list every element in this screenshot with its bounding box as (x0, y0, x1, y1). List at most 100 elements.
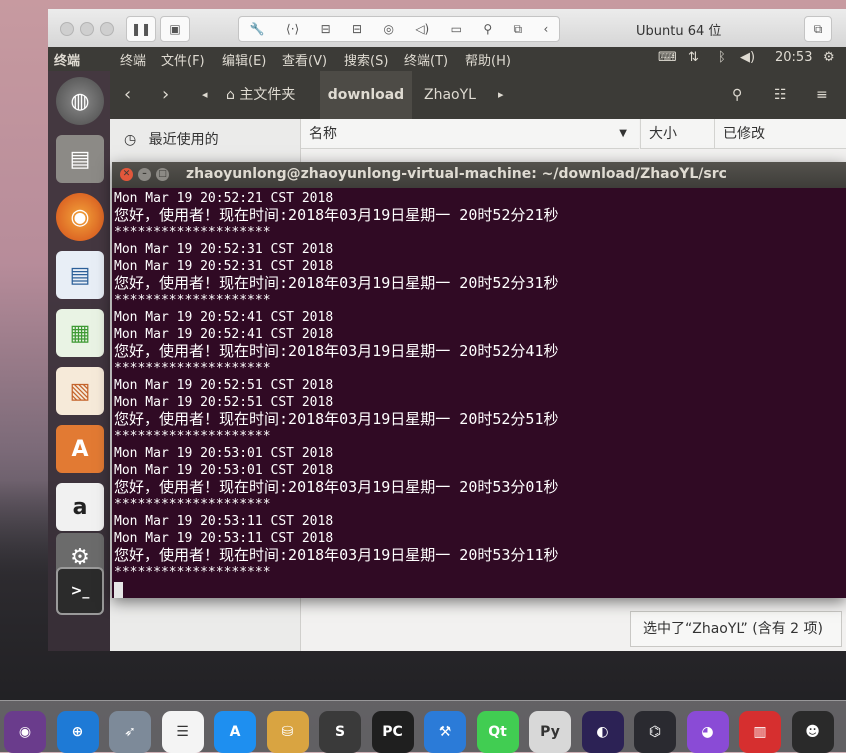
unity-launcher: ◍ ▤ ◉ ▤ ▦ ▧ A a ⚙ >_ (48, 71, 110, 651)
menu-help[interactable]: 帮助(H) (465, 50, 511, 69)
close-window-button[interactable] (60, 22, 74, 36)
terminal-prompt-line[interactable] (114, 581, 844, 598)
app-store-icon[interactable]: A (214, 711, 256, 753)
vscode-icon[interactable]: ⌬ (634, 711, 676, 753)
collapse-icon[interactable]: ‹ (543, 22, 548, 36)
terminal-line: Mon Mar 19 20:53:11 CST 2018 (114, 531, 334, 546)
breadcrumb-right-arrow[interactable]: ▸ (498, 71, 504, 119)
qq-icon[interactable]: ☻ (791, 711, 834, 753)
settings-wrench-icon[interactable]: 🔧 (250, 22, 265, 36)
files-icon[interactable]: ▤ (56, 135, 104, 183)
breadcrumb-zhaoyl[interactable]: ZhaoYL (424, 71, 476, 119)
active-app-name: 终端 (54, 54, 81, 69)
breadcrumb-left-arrow[interactable]: ◂ (202, 71, 208, 119)
terminal-cursor (114, 581, 123, 598)
github-desktop-icon[interactable]: ◕ (686, 711, 729, 753)
harddisk-icon[interactable]: ⊟ (321, 22, 331, 36)
vm-window-titlebar: ❚❚ ▣ 🔧 ⟨·⟩ ⊟ ⊟ ◎ ◁) ▭ ⚲ ⧉ ‹ Ubuntu 64 位 … (48, 9, 846, 48)
sublime-text-icon[interactable]: S (319, 711, 361, 753)
parallels-icon[interactable]: ▥ (739, 711, 781, 753)
terminal-line: ******************** (114, 293, 271, 308)
software-center-icon[interactable]: A (56, 425, 104, 473)
calc-icon[interactable]: ▦ (56, 309, 104, 357)
forward-button[interactable]: › (162, 71, 169, 119)
terminal-line: Mon Mar 19 20:52:51 CST 2018 (114, 378, 334, 393)
close-icon[interactable]: ✕ (120, 168, 133, 181)
column-header-name[interactable]: 名称 ▼ (301, 119, 639, 149)
terminal-line: ******************** (114, 429, 271, 444)
terminal-line: Mon Mar 19 20:52:51 CST 2018 (114, 395, 334, 410)
video-icon[interactable]: ▭ (451, 22, 462, 36)
terminal-line: 您好，使用者！现在时间:2018年03月19日星期一 20时53分01秒 (114, 478, 559, 496)
menu-search[interactable]: 搜索(S) (344, 50, 388, 69)
share-folder-icon[interactable]: ⧉ (514, 22, 523, 37)
terminal-icon[interactable]: >_ (56, 567, 104, 615)
pause-icon[interactable]: ❚❚ (126, 16, 156, 42)
sidebar-item-label: 最近使用的 (148, 132, 219, 148)
menu-view[interactable]: 查看(V) (282, 50, 327, 69)
terminal-output[interactable]: Mon Mar 19 20:52:21 CST 2018 您好，使用者！现在时间:… (114, 190, 844, 598)
view-list-icon[interactable]: ☷ (774, 71, 787, 119)
keyboard-icon[interactable]: ⌨ (658, 50, 677, 65)
menu-file[interactable]: 文件(F) (161, 50, 205, 69)
writer-icon[interactable]: ▤ (56, 251, 104, 299)
fullscreen-button[interactable]: ⧉ (804, 16, 832, 42)
minimize-icon[interactable]: – (138, 168, 151, 181)
terminal-line: ******************** (114, 497, 271, 512)
sequel-pro-icon[interactable]: ⛁ (266, 711, 309, 753)
terminal-line: Mon Mar 19 20:53:01 CST 2018 (114, 463, 334, 478)
python-icon[interactable]: Py (529, 711, 571, 753)
snapshot-icon[interactable]: ▣ (160, 16, 190, 42)
search-icon[interactable]: ⚲ (732, 71, 742, 119)
menu-terminal-t[interactable]: 终端(T) (404, 50, 448, 69)
network-arrows-icon[interactable]: ⟨·⟩ (286, 22, 299, 36)
siri-icon[interactable]: ◉ (4, 711, 46, 753)
sort-down-icon: ▼ (619, 128, 627, 139)
xcode-icon[interactable]: ⚒ (424, 711, 466, 753)
maximize-icon[interactable]: □ (156, 168, 169, 181)
menu-hamburger-icon[interactable]: ≡ (816, 71, 828, 119)
gear-icon[interactable]: ⚙ (823, 50, 835, 65)
volume-icon[interactable]: ◀) (740, 50, 755, 65)
amazon-icon[interactable]: a (56, 483, 104, 531)
usb-icon[interactable]: ⚲ (483, 22, 492, 36)
launchpad-icon[interactable]: ➶ (109, 711, 151, 753)
firefox-icon[interactable]: ◉ (56, 193, 104, 241)
ubuntu-top-panel: 终端 终端 文件(F) 编辑(E) 查看(V) 搜索(S) 终端(T) 帮助(H… (48, 47, 846, 71)
sidebar-item-recent[interactable]: ◷ 最近使用的 (124, 129, 219, 149)
reminders-icon[interactable]: ☰ (161, 711, 204, 753)
terminal-line: Mon Mar 19 20:52:41 CST 2018 (114, 310, 334, 325)
menu-terminal[interactable]: 终端 (120, 50, 146, 69)
breadcrumb-home[interactable]: ⌂ 主文件夹 (226, 71, 295, 119)
terminal-window: ✕ – □ zhaoyunlong@zhaoyunlong-virtual-ma… (112, 162, 846, 598)
column-header-size[interactable]: 大小 (640, 119, 714, 149)
back-button[interactable]: ‹ (124, 71, 131, 119)
terminal-line: ******************** (114, 361, 271, 376)
network-icon[interactable]: ⇅ (688, 50, 699, 65)
eclipse-icon[interactable]: ◐ (581, 711, 624, 753)
selection-status: 选中了“ZhaoYL” (含有 2 项) (630, 611, 842, 647)
terminal-line: 您好，使用者！现在时间:2018年03月19日星期一 20时52分21秒 (114, 206, 559, 224)
qt-creator-icon[interactable]: Qt (476, 711, 519, 753)
bluetooth-icon[interactable]: ᛒ (718, 50, 726, 65)
menu-edit[interactable]: 编辑(E) (222, 50, 266, 69)
column-header-modified[interactable]: 已修改 (714, 119, 846, 149)
terminal-line: Mon Mar 19 20:52:21 CST 2018 (114, 191, 334, 206)
ubuntu-dash-icon[interactable]: ◍ (56, 77, 104, 125)
clock[interactable]: 20:53 (775, 50, 812, 65)
harddisk2-icon[interactable]: ⊟ (352, 22, 362, 36)
pycharm-icon[interactable]: PC (371, 711, 414, 753)
minimize-window-button[interactable] (80, 22, 94, 36)
terminal-line: Mon Mar 19 20:52:41 CST 2018 (114, 327, 334, 342)
sound-icon[interactable]: ◁) (415, 22, 429, 36)
impress-icon[interactable]: ▧ (56, 367, 104, 415)
terminal-line: Mon Mar 19 20:52:31 CST 2018 (114, 259, 334, 274)
terminal-line: Mon Mar 19 20:53:01 CST 2018 (114, 446, 334, 461)
breadcrumb-download[interactable]: download (320, 71, 412, 119)
clock-icon: ◷ (124, 132, 137, 148)
safari-icon[interactable]: ⊕ (56, 711, 99, 753)
zoom-window-button[interactable] (100, 22, 114, 36)
terminal-line: 您好，使用者！现在时间:2018年03月19日星期一 20时53分11秒 (114, 546, 559, 564)
camera-icon[interactable]: ◎ (383, 22, 393, 36)
file-manager-toolbar: ‹ › ◂ ⌂ 主文件夹 download ZhaoYL ▸ ⚲ ☷ ≡ (110, 71, 846, 119)
